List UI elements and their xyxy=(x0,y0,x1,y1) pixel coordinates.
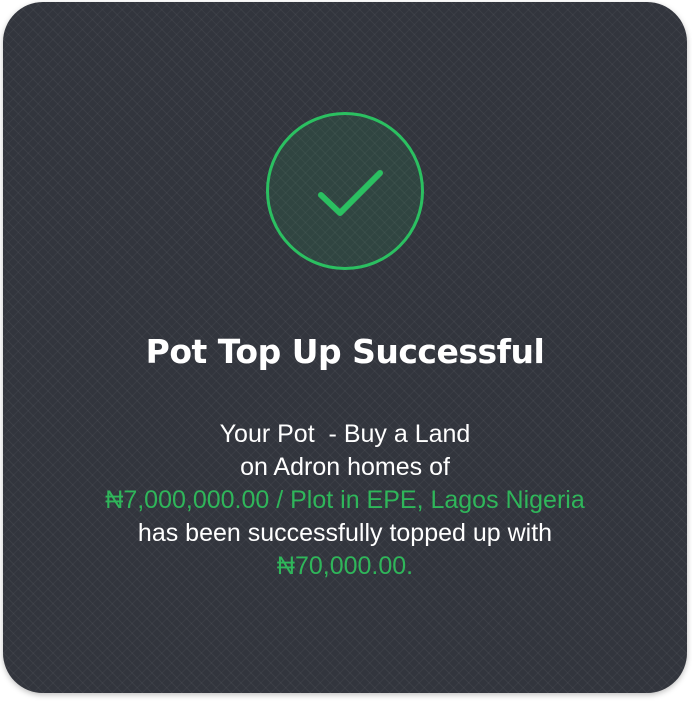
message-line-4: has been successfully topped up with xyxy=(137,519,553,547)
success-message: Your Pot - Buy a Land on Adron homes of … xyxy=(3,418,687,583)
message-line-2: on Adron homes of xyxy=(240,453,450,481)
page-title: Pot Top Up Successful xyxy=(145,332,545,371)
success-circle xyxy=(266,112,424,270)
message-line-1: Your Pot - Buy a Land xyxy=(219,420,471,448)
success-card: Pot Top Up Successful Your Pot - Buy a L… xyxy=(3,2,687,693)
top-up-amount: ₦70,000.00. xyxy=(276,552,414,580)
plot-description: ₦7,000,000.00 / Plot in EPE, Lagos Niger… xyxy=(105,486,585,514)
check-icon xyxy=(318,170,383,216)
